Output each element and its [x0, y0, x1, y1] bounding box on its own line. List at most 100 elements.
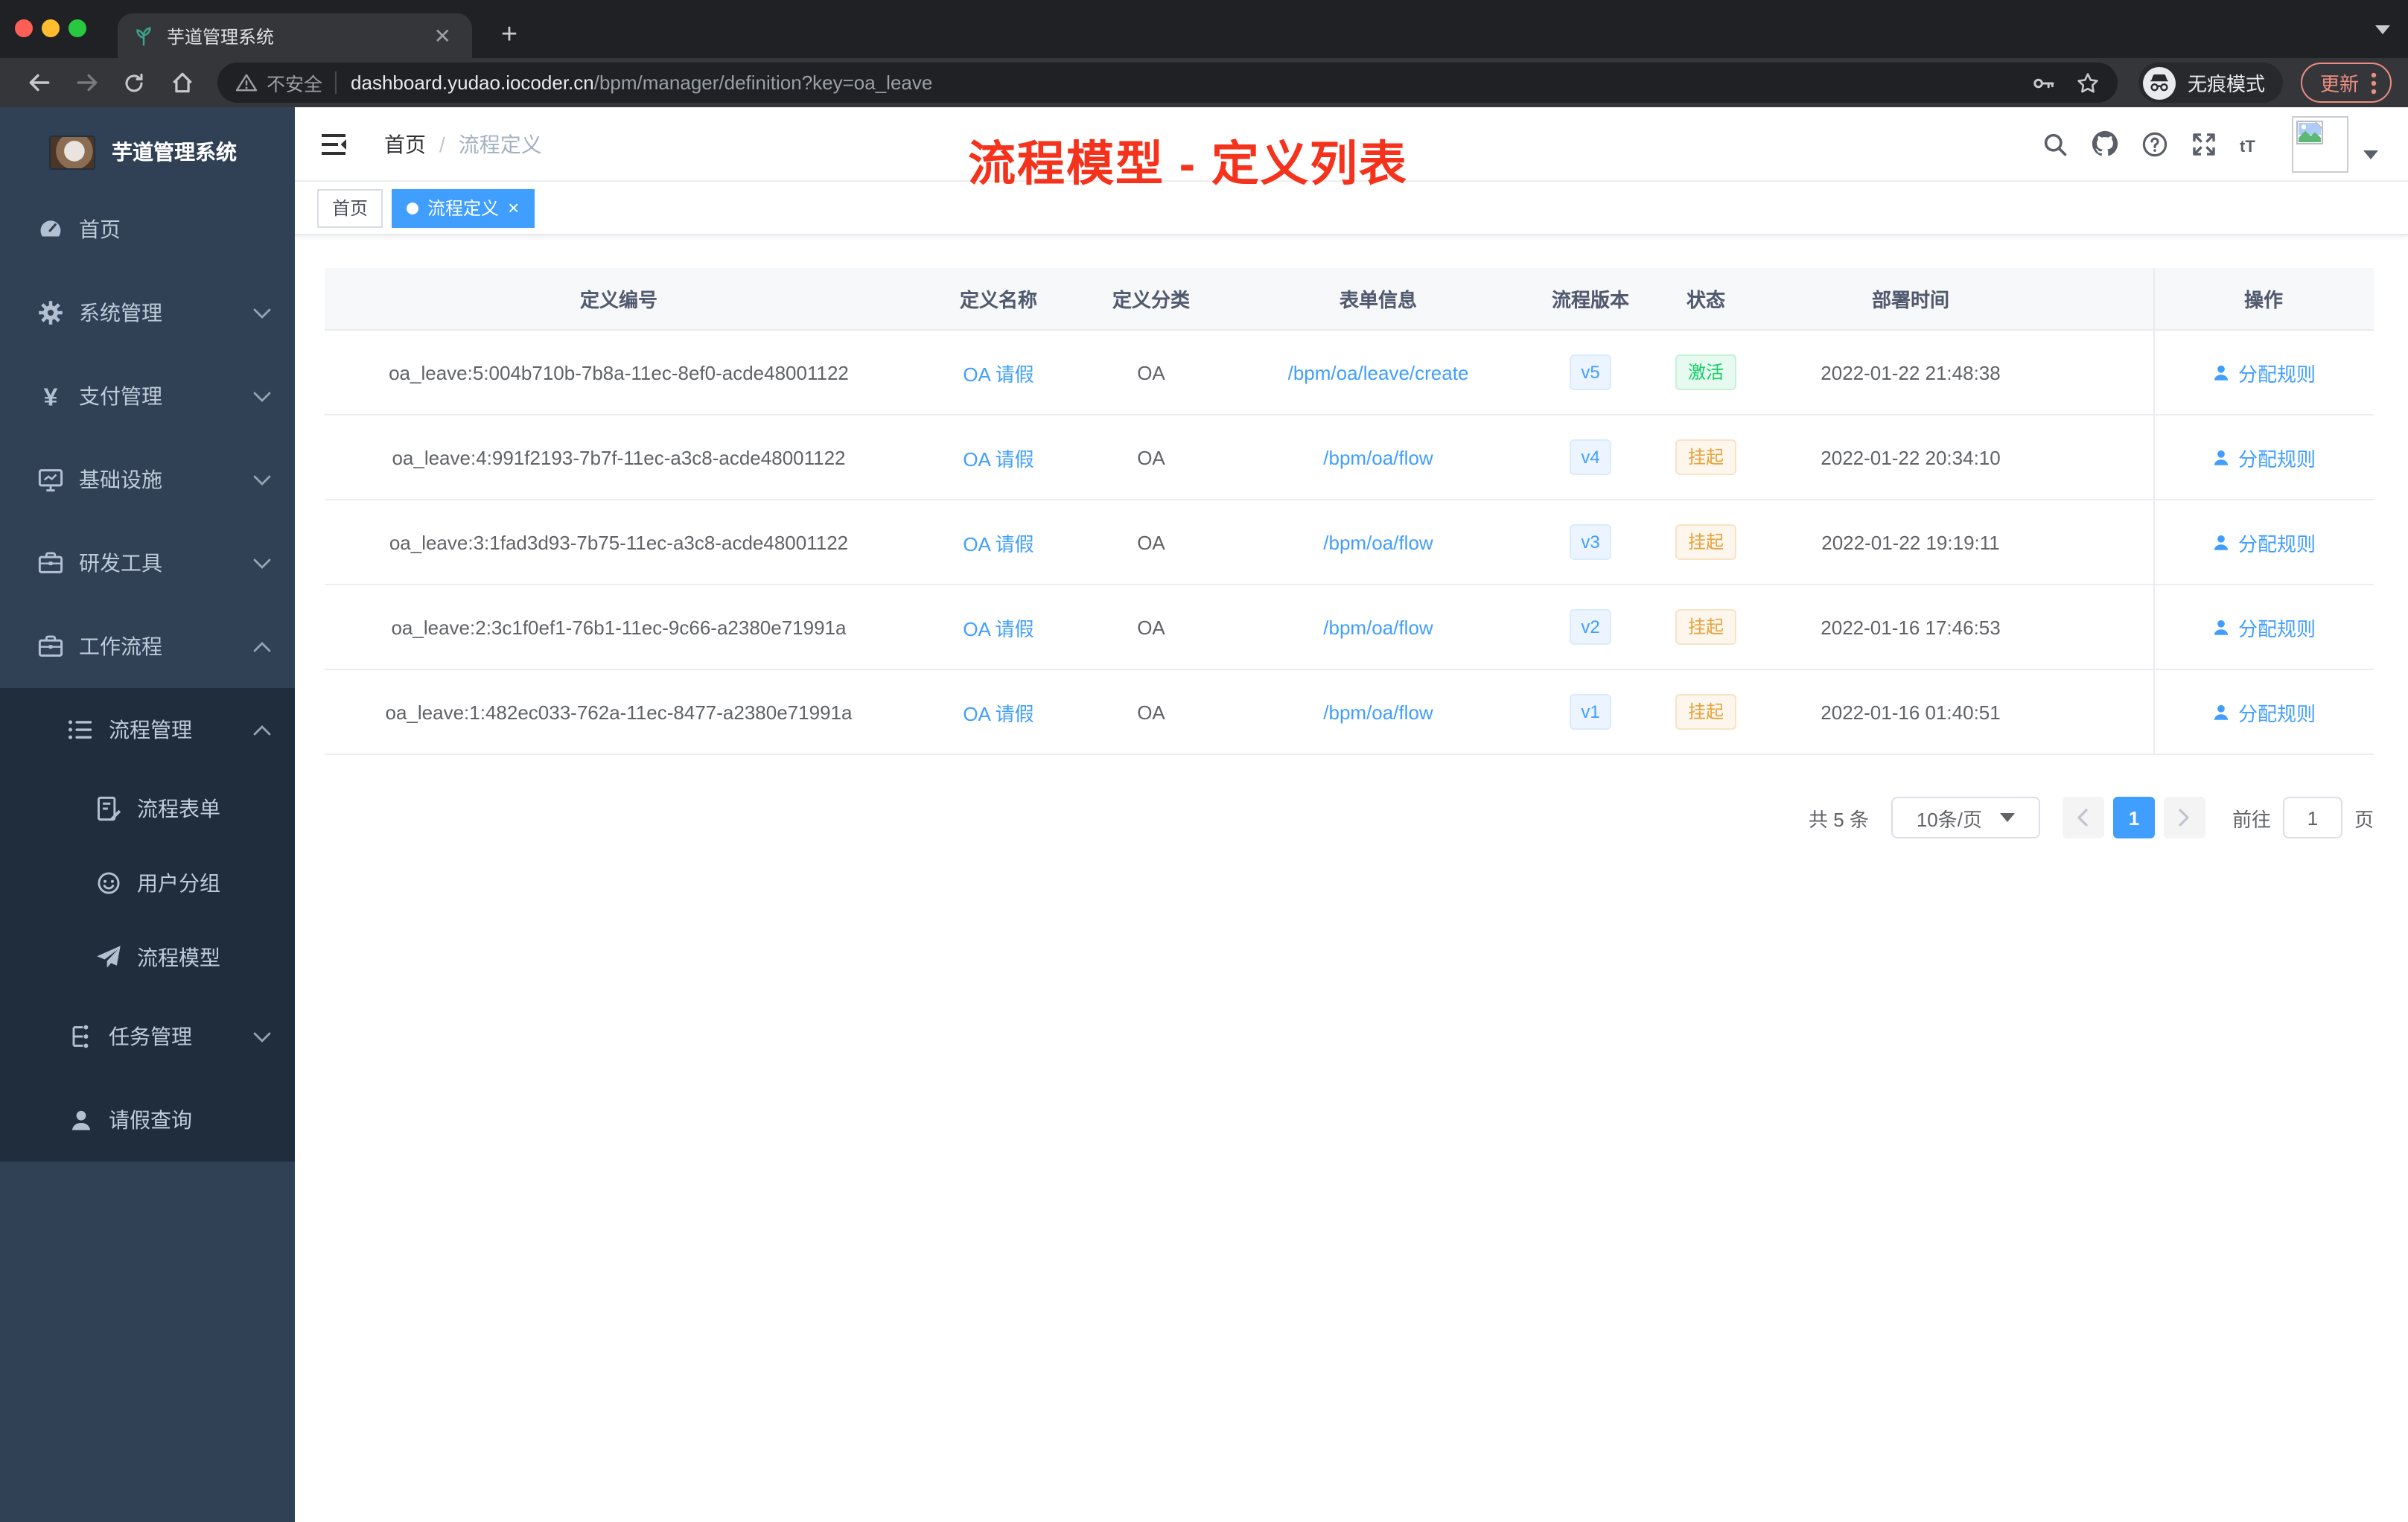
avatar-caret-down-icon[interactable] [2363, 150, 2378, 159]
sidebar-item-请假查询[interactable]: 请假查询 [0, 1078, 295, 1162]
column-header-操作: 操作 [2243, 289, 2283, 311]
address-bar[interactable]: 不安全 dashboard.yudao.iocoder.cn /bpm/mana… [217, 63, 2118, 103]
definition-name-link[interactable]: OA 请假 [963, 702, 1033, 725]
page-size-value: 10条/页 [1916, 808, 1982, 830]
prev-page-button[interactable] [2062, 797, 2104, 838]
form-info-link[interactable]: /bpm/oa/leave/create [1288, 361, 1469, 383]
dashboard-icon [37, 216, 64, 243]
tab-search-chevron-icon[interactable] [2375, 25, 2390, 34]
help-question-icon[interactable] [2141, 130, 2168, 157]
user-avatar-broken-image[interactable] [2292, 115, 2348, 172]
definition-name-link[interactable]: OA 请假 [963, 617, 1033, 640]
chevron-up-icon [253, 641, 271, 652]
forward-button[interactable] [69, 65, 104, 101]
sidebar-item-label: 任务管理 [109, 1025, 192, 1048]
sidebar-item-基础设施[interactable]: 基础设施 [0, 438, 295, 521]
table-row: oa_leave:5:004b710b-7b8a-11ec-8ef0-acde4… [325, 331, 2374, 415]
tag-home[interactable]: 首页 [317, 188, 383, 227]
status-badge: 挂起 [1675, 524, 1736, 560]
goto-page-input[interactable] [2282, 797, 2342, 838]
main-area: 首页 / 流程定义 tT 流程模型 - 定义列表 首页 流程定义 × 定义编号 … [295, 107, 2408, 1522]
form-info-link[interactable]: /bpm/oa/flow [1323, 701, 1433, 723]
app-logo-avatar [49, 135, 95, 169]
sidebar-logo-row[interactable]: 芋道管理系统 [0, 107, 295, 182]
assign-rule-link[interactable]: 分配规则 [2211, 698, 2316, 726]
sidebar-item-流程表单[interactable]: 流程表单 [0, 771, 295, 846]
url-host: dashboard.yudao.iocoder.cn [351, 71, 594, 94]
incognito-label: 无痕模式 [2188, 73, 2266, 95]
svg-text:¥: ¥ [44, 383, 58, 410]
breadcrumb-home[interactable]: 首页 [384, 129, 426, 159]
column-header-定义编号: 定义编号 [579, 289, 657, 311]
github-icon[interactable] [2091, 130, 2119, 158]
broken-image-icon [2296, 120, 2344, 144]
fullscreen-icon[interactable] [2191, 130, 2217, 157]
form-icon [95, 795, 122, 822]
home-button[interactable] [164, 65, 200, 101]
cell-deploy-time: 2022-01-16 01:40:51 [1821, 701, 2001, 723]
font-size-icon[interactable]: tT [2240, 132, 2270, 156]
browser-menu-dots-icon[interactable] [2371, 71, 2377, 95]
reload-button[interactable] [116, 65, 152, 101]
column-header-流程版本: 流程版本 [1551, 289, 1629, 311]
assign-rule-link[interactable]: 分配规则 [2211, 528, 2316, 556]
sidebar-item-流程管理[interactable]: 流程管理 [0, 688, 295, 771]
sidebar-item-支付管理[interactable]: ¥ 支付管理 [0, 354, 295, 438]
bookmark-star-icon[interactable] [2076, 71, 2100, 95]
sidebar-item-流程模型[interactable]: 流程模型 [0, 920, 295, 995]
sidebar-item-label: 系统管理 [79, 301, 162, 325]
version-badge: v1 [1569, 694, 1612, 730]
window-close-button[interactable] [15, 19, 33, 37]
window-minimize-button[interactable] [42, 19, 60, 37]
sidebar-fold-icon[interactable] [317, 126, 353, 162]
version-badge: v5 [1569, 354, 1612, 390]
sidebar-item-工作流程[interactable]: 工作流程 [0, 605, 295, 688]
search-icon[interactable] [2042, 130, 2068, 157]
tag-process-definition[interactable]: 流程定义 × [392, 188, 535, 227]
cell-deploy-time: 2022-01-22 19:19:11 [1821, 531, 2000, 553]
assign-rule-link[interactable]: 分配规则 [2211, 613, 2316, 641]
assign-rule-link[interactable]: 分配规则 [2211, 443, 2316, 471]
table-row: oa_leave:1:482ec033-762a-11ec-8477-a2380… [325, 670, 2374, 755]
browser-update-button[interactable]: 更新 [2301, 63, 2392, 103]
sidebar-item-首页[interactable]: 首页 [0, 188, 295, 271]
back-button[interactable] [21, 65, 57, 101]
tag-close-icon[interactable]: × [508, 198, 519, 217]
send-icon [95, 944, 122, 971]
breadcrumb: 首页 / 流程定义 [384, 129, 542, 159]
tab-close-icon[interactable]: ✕ [428, 22, 457, 49]
assign-rule-link[interactable]: 分配规则 [2211, 358, 2316, 386]
window-zoom-button[interactable] [69, 19, 86, 37]
cell-category: OA [1137, 616, 1165, 638]
sidebar-item-label: 用户分组 [137, 871, 220, 895]
form-info-link[interactable]: /bpm/oa/flow [1323, 616, 1433, 638]
sidebar: 芋道管理系统 首页系统管理 ¥ 支付管理 基础设施研发工具工作流程 流程管理 流程表单用户… [0, 107, 295, 1522]
tree-icon [67, 1023, 94, 1050]
browser-tab[interactable]: 芋道管理系统 ✕ [118, 13, 472, 58]
password-key-icon[interactable] [2031, 71, 2055, 95]
definition-name-link[interactable]: OA 请假 [963, 448, 1033, 470]
form-info-link[interactable]: /bpm/oa/flow [1323, 446, 1433, 468]
browser-toolbar: 不安全 dashboard.yudao.iocoder.cn /bpm/mana… [0, 58, 2408, 107]
form-info-link[interactable]: /bpm/oa/flow [1323, 531, 1433, 553]
page-size-select[interactable]: 10条/页 [1891, 797, 2040, 838]
tag-active-dot [407, 202, 419, 214]
svg-text:tT: tT [2240, 136, 2255, 155]
tab-favicon-plant-icon [133, 25, 155, 47]
chevron-down-icon [253, 1031, 271, 1042]
new-tab-button[interactable]: + [488, 15, 530, 57]
sidebar-item-系统管理[interactable]: 系统管理 [0, 271, 295, 354]
monitor-icon [37, 466, 64, 493]
page-number-1[interactable]: 1 [2112, 797, 2155, 838]
sidebar-item-label: 研发工具 [79, 551, 162, 575]
sidebar-item-任务管理[interactable]: 任务管理 [0, 995, 295, 1078]
definition-name-link[interactable]: OA 请假 [963, 532, 1033, 555]
goto-suffix: 页 [2354, 808, 2374, 830]
sidebar-item-用户分组[interactable]: 用户分组 [0, 846, 295, 920]
tab-title: 芋道管理系统 [167, 26, 275, 47]
sidebar-item-研发工具[interactable]: 研发工具 [0, 521, 295, 605]
definition-name-link[interactable]: OA 请假 [963, 363, 1033, 385]
status-badge: 挂起 [1675, 439, 1736, 475]
next-page-button[interactable] [2163, 797, 2205, 838]
cell-deploy-time: 2022-01-22 20:34:10 [1821, 446, 2001, 468]
